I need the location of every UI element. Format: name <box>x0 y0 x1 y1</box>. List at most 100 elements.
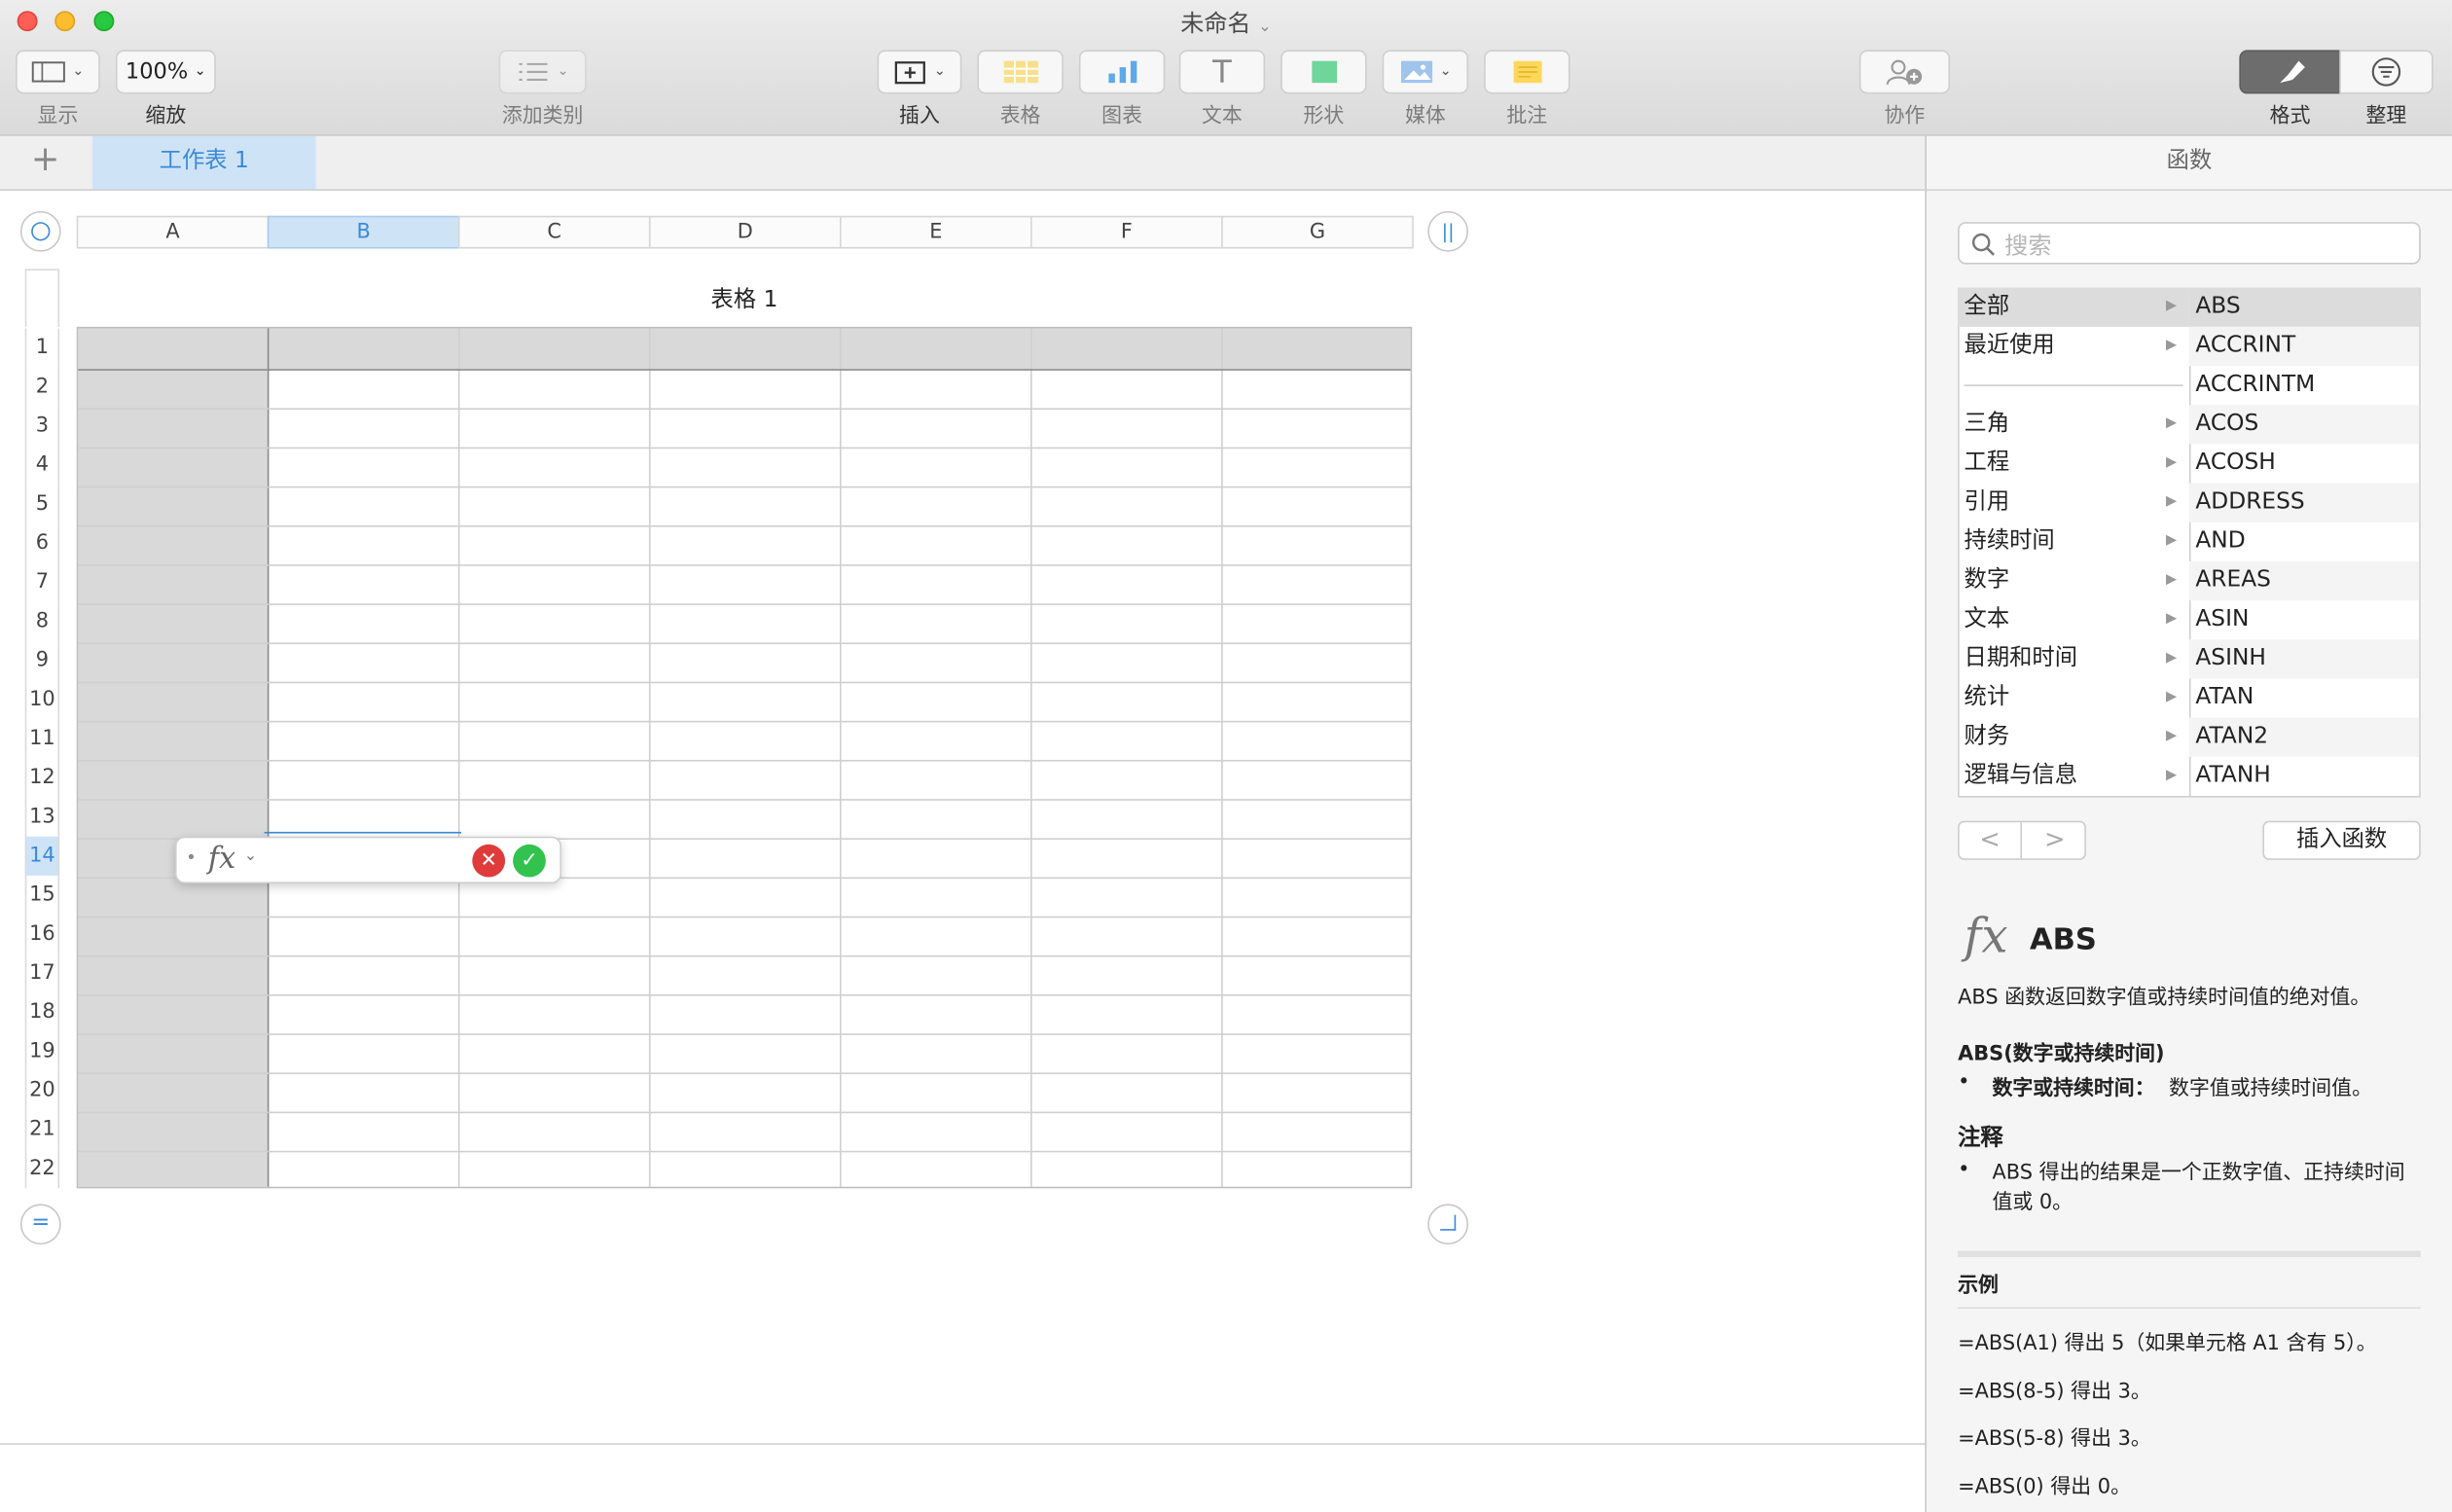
chart-button[interactable] <box>1078 50 1166 94</box>
table-button[interactable] <box>977 50 1064 94</box>
row-header-2[interactable]: 2 <box>24 367 60 407</box>
category-item[interactable]: 全部 ▶ <box>1958 287 2189 327</box>
function-item[interactable]: ASIN <box>2189 600 2419 639</box>
function-item[interactable]: ACCRINT <box>2188 326 2420 367</box>
column-header-a[interactable]: A <box>76 215 270 249</box>
shape-button[interactable] <box>1280 50 1367 94</box>
category-item[interactable]: 财务 ▶ <box>1958 718 2189 757</box>
view-icon <box>32 61 66 83</box>
formula-editor[interactable]: • fx ⌄ ✕ ✓ <box>174 836 561 883</box>
table-select-handle[interactable] <box>19 210 61 252</box>
row-header-13[interactable]: 13 <box>24 797 60 837</box>
tab-sheet-1[interactable]: 工作表 1 <box>91 135 316 190</box>
chevron-down-icon[interactable]: ⌄ <box>244 847 257 865</box>
paintbrush-icon <box>2279 60 2305 84</box>
row-header-20[interactable]: 20 <box>24 1070 60 1110</box>
function-item[interactable]: ASINH <box>2188 639 2420 679</box>
cancel-formula-button[interactable]: ✕ <box>472 844 506 878</box>
function-item[interactable]: AREAS <box>2188 560 2420 601</box>
search-input[interactable]: 搜索 <box>1958 222 2421 265</box>
category-label: 数字 <box>1964 567 2010 594</box>
view-button[interactable]: ⌄ <box>16 50 100 94</box>
format-button[interactable] <box>2239 50 2341 94</box>
row-header-6[interactable]: 6 <box>24 523 60 563</box>
function-item[interactable]: ABS <box>2188 287 2420 327</box>
row-header-18[interactable]: 18 <box>24 992 60 1032</box>
category-item[interactable]: 工程 ▶ <box>1958 444 2189 483</box>
column-header-b[interactable]: B <box>267 215 460 249</box>
accept-formula-button[interactable]: ✓ <box>513 844 546 878</box>
note-bullet: • <box>1958 1158 1970 1182</box>
row-header-19[interactable]: 19 <box>24 1031 60 1071</box>
category-label: 引用 <box>1964 488 2010 515</box>
fx-icon[interactable]: fx <box>208 842 236 876</box>
table-grid[interactable] <box>76 326 1413 1189</box>
sheet-tab-bar: + 工作表 1 <box>0 135 1926 192</box>
row-header-21[interactable]: 21 <box>24 1109 60 1150</box>
row-header-14[interactable]: 14 <box>24 836 60 876</box>
function-name: ABS <box>2030 922 2097 957</box>
row-header-22[interactable]: 22 <box>24 1149 60 1189</box>
collaborate-icon <box>1886 59 1923 86</box>
toolbar: 未命名 ⌄ ⌄ 显示 100% ⌄ 缩放 ⌄ 添加类别 ⌄ 插入 表格 图表 T … <box>0 0 2452 136</box>
add-category-button[interactable]: ⌄ <box>498 50 587 94</box>
column-header-e[interactable]: E <box>840 215 1032 249</box>
category-item[interactable]: 数字 ▶ <box>1958 561 2189 600</box>
add-sheet-button[interactable]: + <box>0 136 90 190</box>
column-header-g[interactable]: G <box>1221 215 1414 249</box>
insert-button[interactable]: ⌄ <box>877 50 962 94</box>
row-header-7[interactable]: 7 <box>24 562 60 602</box>
function-item[interactable]: ATANH <box>2189 757 2419 796</box>
column-header-f[interactable]: F <box>1030 215 1223 249</box>
row-header-15[interactable]: 15 <box>24 875 60 916</box>
function-item[interactable]: ACOS <box>2188 405 2420 445</box>
function-item[interactable]: ACOSH <box>2189 444 2419 483</box>
footer-divider <box>0 1443 1926 1445</box>
column-header-c[interactable]: C <box>457 215 651 249</box>
function-syntax: ABS(数字或持续时间) <box>1958 1042 2165 1066</box>
comment-label: 批注 <box>1506 104 1548 128</box>
category-item[interactable]: 持续时间 ▶ <box>1958 522 2189 561</box>
text-button[interactable]: T <box>1178 50 1266 94</box>
function-item[interactable]: ACCRINTM <box>2189 366 2419 405</box>
function-item[interactable]: AND <box>2189 522 2419 561</box>
row-header-9[interactable]: 9 <box>24 640 60 681</box>
formula-input[interactable] <box>268 842 461 880</box>
category-item[interactable]: 日期和时间 ▶ <box>1958 639 2189 678</box>
row-header-4[interactable]: 4 <box>24 445 60 486</box>
row-header-1[interactable]: 1 <box>24 328 60 368</box>
function-item[interactable]: ATAN <box>2189 678 2419 717</box>
category-item[interactable]: 逻辑与信息 ▶ <box>1958 757 2189 796</box>
add-column-handle[interactable]: || <box>1427 210 1469 252</box>
row-header-12[interactable]: 12 <box>24 758 60 798</box>
category-item[interactable]: 统计 ▶ <box>1958 678 2189 717</box>
view-label: 显示 <box>37 104 79 128</box>
row-header-16[interactable]: 16 <box>24 915 60 954</box>
row-header-5[interactable]: 5 <box>24 485 60 524</box>
row-header-8[interactable]: 8 <box>24 601 60 641</box>
insert-function-button[interactable]: 插入函数 <box>2262 820 2421 860</box>
media-button[interactable]: ⌄ <box>1382 50 1469 94</box>
function-item[interactable]: ADDRESS <box>2188 483 2420 522</box>
next-button[interactable]: > <box>2024 822 2086 858</box>
category-label: 财务 <box>1964 724 2010 749</box>
search-placeholder: 搜索 <box>2004 231 2052 260</box>
row-header-11[interactable]: 11 <box>24 719 60 759</box>
row-header-17[interactable]: 17 <box>24 954 60 993</box>
row-header-10[interactable]: 10 <box>24 680 60 720</box>
category-item[interactable]: 三角 ▶ <box>1958 405 2189 444</box>
category-item[interactable]: 文本 ▶ <box>1958 600 2189 639</box>
column-header-d[interactable]: D <box>648 215 842 249</box>
resize-table-handle[interactable] <box>1427 1204 1469 1245</box>
comment-button[interactable] <box>1484 50 1570 94</box>
collaborate-button[interactable] <box>1858 50 1951 94</box>
add-row-handle[interactable]: = <box>19 1204 61 1245</box>
zoom-select[interactable]: 100% ⌄ <box>115 50 216 94</box>
row-header-3[interactable]: 3 <box>24 406 60 446</box>
category-item[interactable]: 最近使用 ▶ <box>1958 327 2189 366</box>
category-item[interactable]: 引用 ▶ <box>1958 484 2189 522</box>
prev-button[interactable]: < <box>1960 822 2022 859</box>
chart-icon <box>1107 60 1136 84</box>
function-item[interactable]: ATAN2 <box>2188 717 2420 757</box>
organize-button[interactable] <box>2339 50 2434 94</box>
